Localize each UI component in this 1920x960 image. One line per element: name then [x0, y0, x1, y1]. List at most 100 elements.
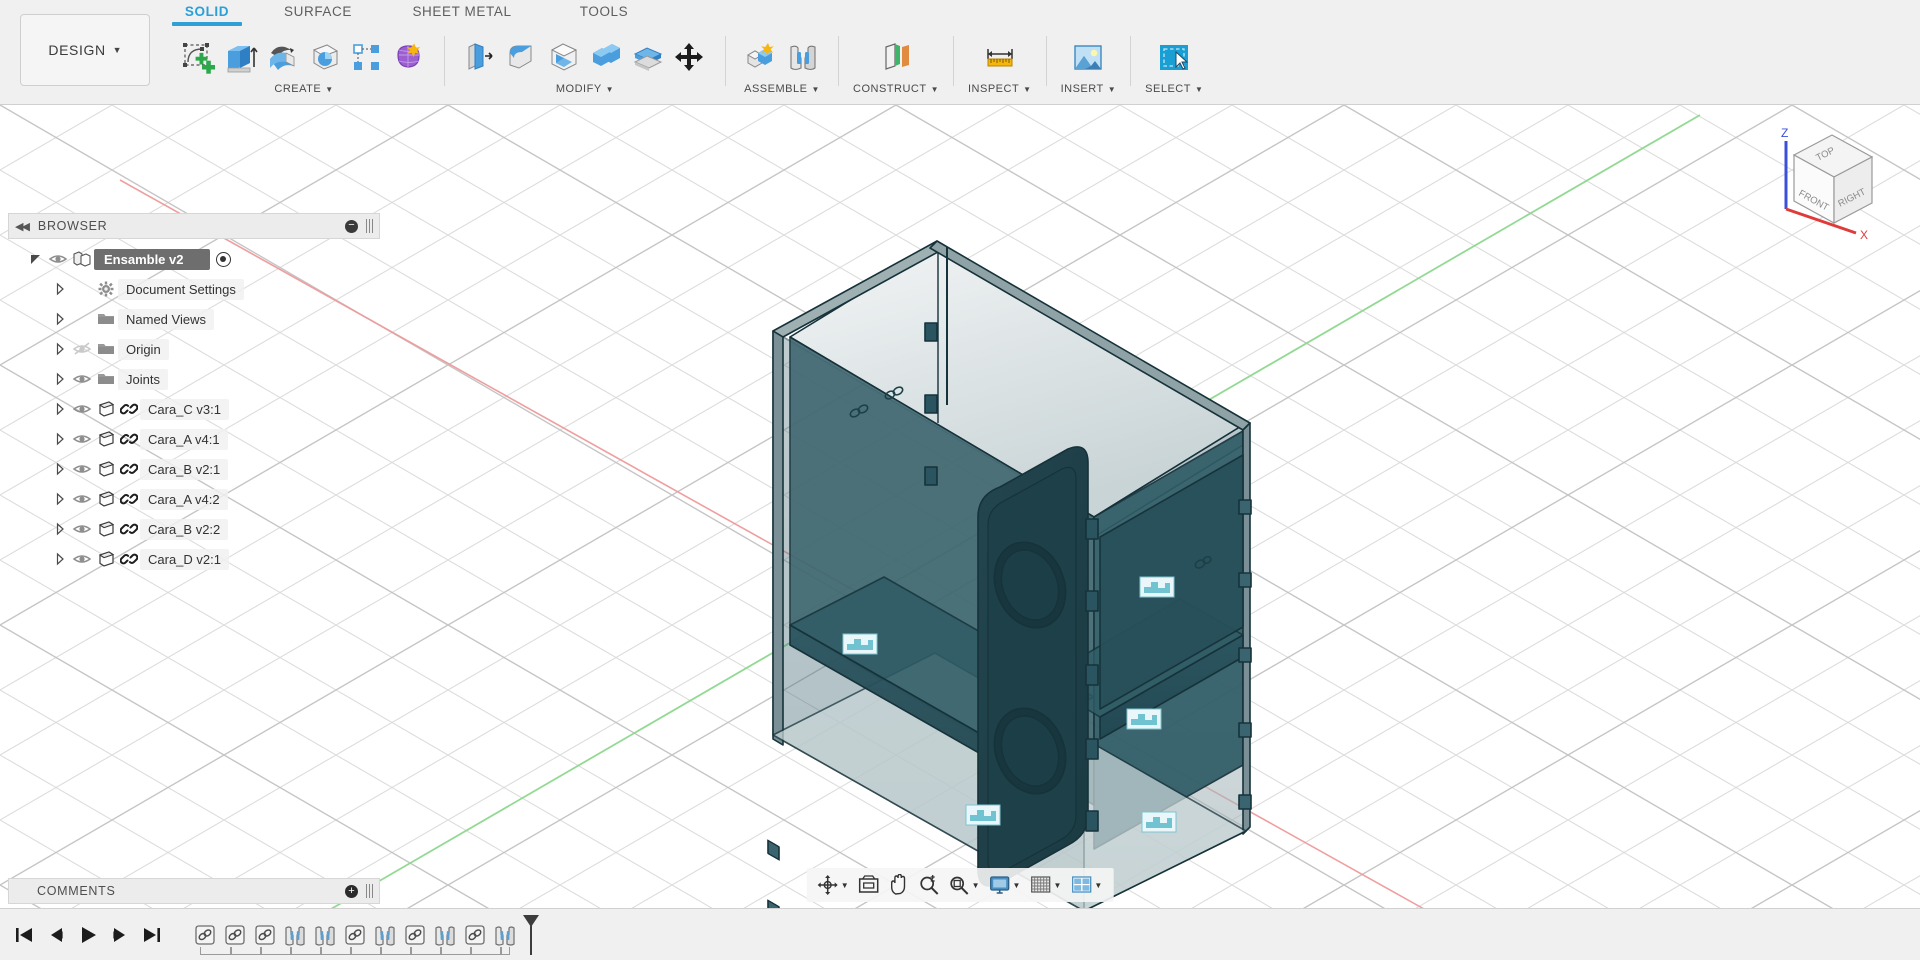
tree-item-named-views[interactable]: Named Views [8, 304, 380, 334]
visibility-eye-icon[interactable] [70, 430, 94, 448]
tab-sheet-metal[interactable]: SHEET METAL [396, 0, 528, 19]
measure-icon[interactable] [979, 36, 1021, 80]
extrude-icon[interactable] [220, 36, 262, 80]
chevron-down-icon: ▼ [325, 85, 334, 94]
zoom-icon[interactable] [914, 871, 944, 899]
nav-viewports-dropdown-caret[interactable]: ▼ [1094, 881, 1102, 890]
timeline-step-back[interactable] [40, 918, 72, 952]
insert-image-icon[interactable] [1067, 36, 1109, 80]
viewport-canvas[interactable]: Z X TOP FRONT RIGHT ◀◀ BROWSER − Ensambl… [0, 105, 1920, 960]
visibility-eye-icon[interactable] [70, 550, 94, 568]
chevron-down-icon: ▼ [112, 45, 122, 55]
create-sketch-icon[interactable] [178, 36, 220, 80]
ribbon-group-insert-label[interactable]: INSERT ▼ [1061, 83, 1117, 95]
chevron-right-icon[interactable] [50, 522, 70, 536]
visibility-eye-icon[interactable] [70, 460, 94, 478]
chevron-right-icon[interactable] [50, 462, 70, 476]
offset-face-icon[interactable] [627, 36, 669, 80]
look-at-icon[interactable] [854, 871, 884, 899]
comments-title: COMMENTS [37, 884, 116, 898]
view-cube[interactable]: Z X TOP FRONT RIGHT [1760, 115, 1890, 245]
nav-fit-dropdown-caret[interactable]: ▼ [972, 881, 980, 890]
visibility-eye-icon[interactable] [70, 370, 94, 388]
visibility-eye-icon[interactable] [70, 400, 94, 418]
grid-snaps-icon[interactable] [1025, 871, 1055, 899]
ribbon-group-inspect-label[interactable]: INSPECT ▼ [968, 83, 1032, 95]
visibility-eye-icon[interactable] [46, 250, 70, 268]
timeline-play[interactable] [72, 918, 104, 952]
panel-resize-grip[interactable] [366, 219, 373, 233]
tree-item-cara-b-v2-1[interactable]: Cara_B v2:1 [8, 454, 380, 484]
ribbon-group-select-label[interactable]: SELECT ▼ [1145, 83, 1203, 95]
shell-icon[interactable] [543, 36, 585, 80]
tree-item-cara-b-v2-2[interactable]: Cara_B v2:2 [8, 514, 380, 544]
timeline-go-to-end[interactable] [136, 918, 168, 952]
visibility-eye-icon[interactable] [70, 340, 94, 358]
visibility-eye-icon[interactable] [70, 490, 94, 508]
tree-item-origin[interactable]: Origin [8, 334, 380, 364]
tree-item-cara-c-v3-1[interactable]: Cara_C v3:1 [8, 394, 380, 424]
add-comment-icon[interactable]: + [345, 884, 358, 898]
tree-item-cara-d-v2-1[interactable]: Cara_D v2:1 [8, 544, 380, 574]
press-pull-icon[interactable] [459, 36, 501, 80]
orbit-icon[interactable] [813, 871, 843, 899]
offset-plane-icon[interactable] [875, 36, 917, 80]
ribbon-group-insert: INSERT ▼ [1055, 34, 1123, 95]
new-component-icon[interactable] [740, 36, 782, 80]
tree-item-cara-a-v4-2-label: Cara_A v4:2 [140, 488, 228, 510]
nav-orbit-dropdown-caret[interactable]: ▼ [841, 881, 849, 890]
ribbon-group-construct-buttons [875, 34, 917, 82]
activate-component-radio[interactable] [215, 251, 231, 267]
chevron-right-icon[interactable] [50, 492, 70, 506]
create-form-icon[interactable] [388, 36, 430, 80]
fit-icon[interactable] [944, 871, 974, 899]
move-copy-icon[interactable] [669, 36, 711, 80]
chevron-right-icon[interactable] [50, 552, 70, 566]
pattern-icon[interactable] [346, 36, 388, 80]
chevron-right-icon[interactable] [50, 432, 70, 446]
ribbon-group-modify-label[interactable]: MODIFY ▼ [556, 83, 614, 95]
expand-triangle-icon[interactable] [26, 252, 46, 266]
workspace-switcher[interactable]: DESIGN ▼ [20, 14, 150, 86]
chevron-right-icon[interactable] [50, 402, 70, 416]
comments-resize-grip[interactable] [366, 884, 373, 898]
tree-item-document-settings[interactable]: Document Settings [8, 274, 380, 304]
collapse-icon[interactable]: ◀◀ [15, 220, 30, 233]
tab-surface[interactable]: SURFACE [268, 0, 368, 19]
ribbon-group-insert-text: INSERT [1060, 83, 1104, 95]
timeline-step-forward[interactable] [104, 918, 136, 952]
ribbon-group-create-label[interactable]: CREATE ▼ [274, 83, 333, 95]
timeline-go-to-beginning[interactable] [8, 918, 40, 952]
display-settings-icon[interactable] [985, 871, 1015, 899]
chevron-right-icon[interactable] [50, 282, 70, 296]
viewports-icon[interactable] [1066, 871, 1096, 899]
tree-item-ensamble-v2-label: Ensamble v2 [94, 248, 210, 270]
revolve-icon[interactable] [262, 36, 304, 80]
tree-item-joints[interactable]: Joints [8, 364, 380, 394]
ribbon-separator [444, 36, 445, 86]
select-window-icon[interactable] [1153, 36, 1195, 80]
pan-icon[interactable] [884, 871, 914, 899]
nav-display-settings-dropdown-caret[interactable]: ▼ [1013, 881, 1021, 890]
tree-item-cara-a-v4-1[interactable]: Cara_A v4:1 [8, 424, 380, 454]
ribbon-group-construct-label[interactable]: CONSTRUCT ▼ [853, 83, 939, 95]
ribbon-group-assemble-text: ASSEMBLE [744, 83, 808, 95]
joint-icon[interactable] [782, 36, 824, 80]
tab-solid[interactable]: SOLID [172, 0, 242, 26]
visibility-eye-icon[interactable] [70, 520, 94, 538]
tree-item-ensamble-v2[interactable]: Ensamble v2 [8, 244, 380, 274]
tree-item-cara-a-v4-2[interactable]: Cara_A v4:2 [8, 484, 380, 514]
ribbon-group-insert-buttons [1067, 34, 1109, 82]
ribbon-group-assemble-label[interactable]: ASSEMBLE ▼ [744, 83, 820, 95]
chevron-right-icon[interactable] [50, 342, 70, 356]
minimize-icon[interactable]: − [345, 219, 358, 233]
tab-solid-label: SOLID [184, 4, 230, 19]
fillet-icon[interactable] [501, 36, 543, 80]
combine-icon[interactable] [585, 36, 627, 80]
timeline-playhead[interactable] [520, 913, 542, 957]
tab-tools[interactable]: TOOLS [558, 0, 650, 19]
sweep-icon[interactable] [304, 36, 346, 80]
chevron-right-icon[interactable] [50, 312, 70, 326]
nav-grid-snaps-dropdown-caret[interactable]: ▼ [1053, 881, 1061, 890]
chevron-right-icon[interactable] [50, 372, 70, 386]
